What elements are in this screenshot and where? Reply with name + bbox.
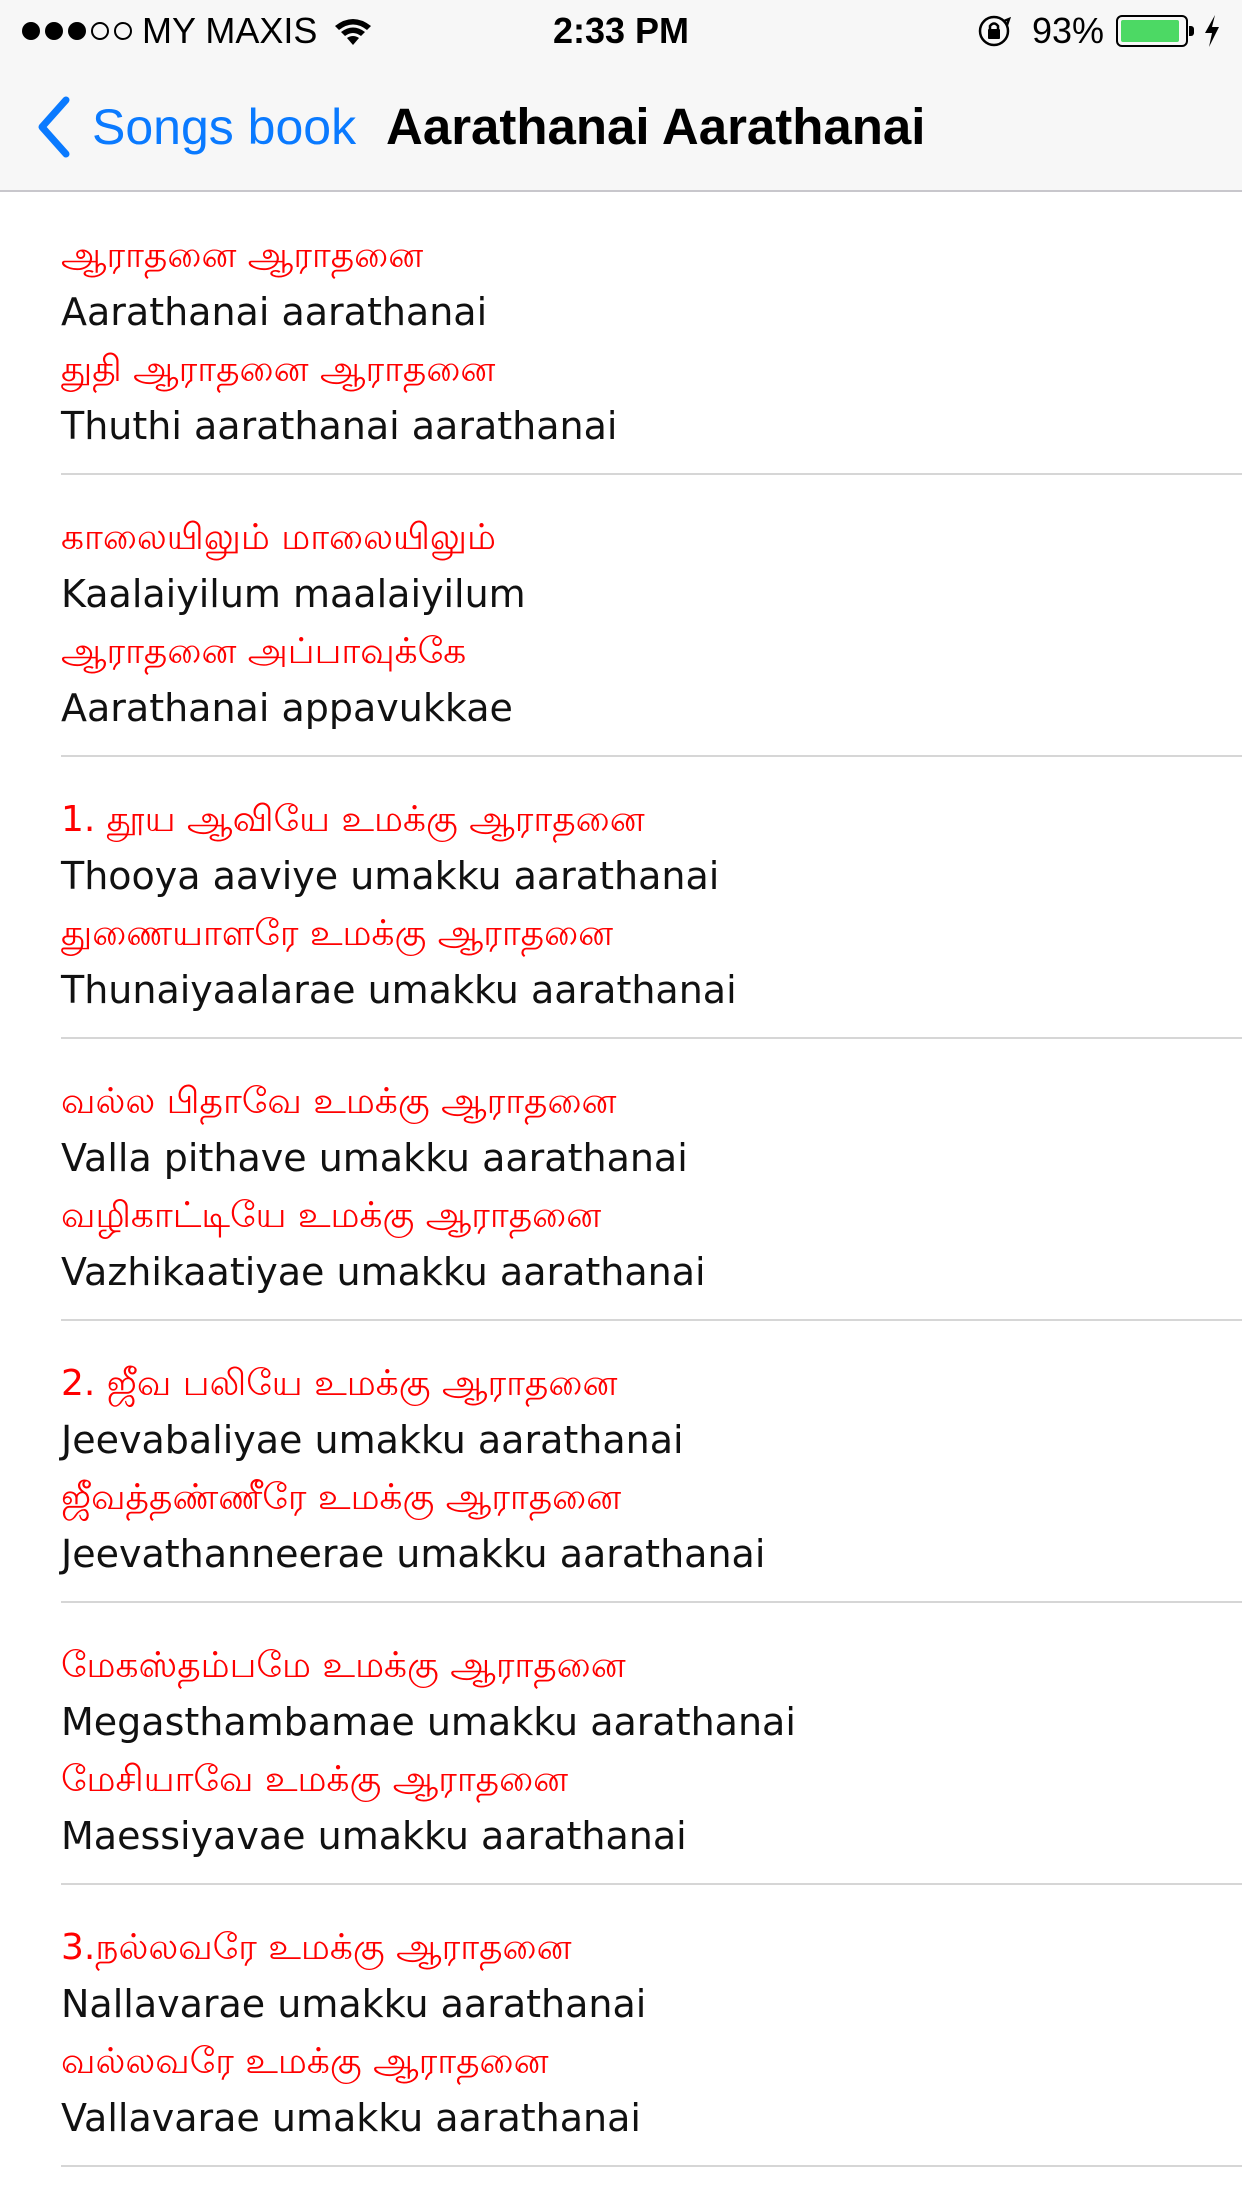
charging-bolt-icon <box>1205 15 1219 47</box>
tamil-line: வல்லவரே உமக்கு ஆராதனை <box>61 2041 549 2082</box>
stanza: 1. தூய ஆவியே உமக்கு ஆராதனை Thooya aaviye… <box>61 757 1242 1039</box>
tamil-line: மேகஸ்தம்பமே உமக்கு ஆராதனை <box>61 1645 626 1686</box>
lyrics-list[interactable]: ஆராதனை ஆராதனை Aarathanai aarathanai துதி… <box>0 193 1242 2208</box>
tamil-line: வல்ல பிதாவே உமக்கு ஆராதனை <box>61 1081 617 1122</box>
transliteration-line: Nallavarae umakku aarathanai <box>61 1982 647 2026</box>
transliteration-line: Jeevathanneerae umakku aarathanai <box>61 1532 766 1576</box>
transliteration-line: Valla pithave umakku aarathanai <box>61 1136 688 1180</box>
transliteration-line: Aarathanai appavukkae <box>61 686 513 730</box>
tamil-line: துதி ஆராதனை ஆராதனை <box>61 349 496 390</box>
transliteration-line: Aarathanai aarathanai <box>61 290 488 334</box>
stanza: ஆராதனை ஆராதனை Aarathanai aarathanai துதி… <box>61 193 1242 475</box>
chevron-left-icon <box>38 96 70 158</box>
tamil-line: வழிகாட்டியே உமக்கு ஆராதனை <box>61 1195 602 1236</box>
tamil-line: காலையிலும் மாலையிலும் <box>61 517 496 558</box>
tamil-line: மேசியாவே உமக்கு ஆராதனை <box>61 1759 569 1800</box>
stanza: 3.நல்லவரே உமக்கு ஆராதனை Nallavarae umakk… <box>61 1885 1242 2167</box>
stanza: 2. ஜீவ பலியே உமக்கு ஆராதனை Jeevabaliyae … <box>61 1321 1242 1603</box>
tamil-line: ஜீவத்தண்ணீரே உமக்கு ஆராதனை <box>61 1477 622 1518</box>
stanza: வல்ல பிதாவே உமக்கு ஆராதனை Valla pithave … <box>61 1039 1242 1321</box>
transliteration-line: Thunaiyaalarae umakku aarathanai <box>61 968 737 1012</box>
tamil-line: ஆராதனை அப்பாவுக்கே <box>61 631 467 672</box>
transliteration-line: Vallavarae umakku aarathanai <box>61 2096 641 2140</box>
tamil-line: ஆராதனை ஆராதனை <box>61 235 424 276</box>
status-bar: MY MAXIS 2:33 PM 93% <box>0 0 1242 62</box>
tamil-line: 1. தூய ஆவியே உமக்கு ஆராதனை <box>61 799 645 840</box>
battery-percent: 93% <box>1031 10 1104 51</box>
stanza: காலையிலும் மாலையிலும் Kaalaiyilum maalai… <box>61 475 1242 757</box>
battery-icon <box>1116 15 1194 47</box>
transliteration-line: Kaalaiyilum maalaiyilum <box>61 572 526 616</box>
battery-level <box>1121 20 1179 42</box>
tamil-line: 2. ஜீவ பலியே உமக்கு ஆராதனை <box>61 1363 618 1404</box>
transliteration-line: Maessiyavae umakku aarathanai <box>61 1814 687 1858</box>
battery-tip <box>1189 26 1194 36</box>
transliteration-line: Megasthambamae umakku aarathanai <box>61 1700 796 1744</box>
transliteration-line: Thooya aaviye umakku aarathanai <box>61 854 720 898</box>
stanza: மேகஸ்தம்பமே உமக்கு ஆராதனை Megasthambamae… <box>61 1603 1242 1885</box>
back-button-label: Songs book <box>92 99 357 155</box>
orientation-lock-icon <box>978 15 1011 47</box>
transliteration-line: Jeevabaliyae umakku aarathanai <box>61 1418 684 1462</box>
transliteration-line: Thuthi aarathanai aarathanai <box>61 404 618 448</box>
back-button[interactable]: Songs book <box>34 92 356 162</box>
status-right: 93% <box>976 10 1222 52</box>
navigation-bar: Songs book Aarathanai Aarathanai <box>0 62 1242 192</box>
tamil-line: 3.நல்லவரே உமக்கு ஆராதனை <box>61 1927 572 1968</box>
tamil-line: துணையாளரே உமக்கு ஆராதனை <box>61 913 614 954</box>
transliteration-line: Vazhikaatiyae umakku aarathanai <box>61 1250 706 1294</box>
page-title: Aarathanai Aarathanai <box>386 98 926 155</box>
